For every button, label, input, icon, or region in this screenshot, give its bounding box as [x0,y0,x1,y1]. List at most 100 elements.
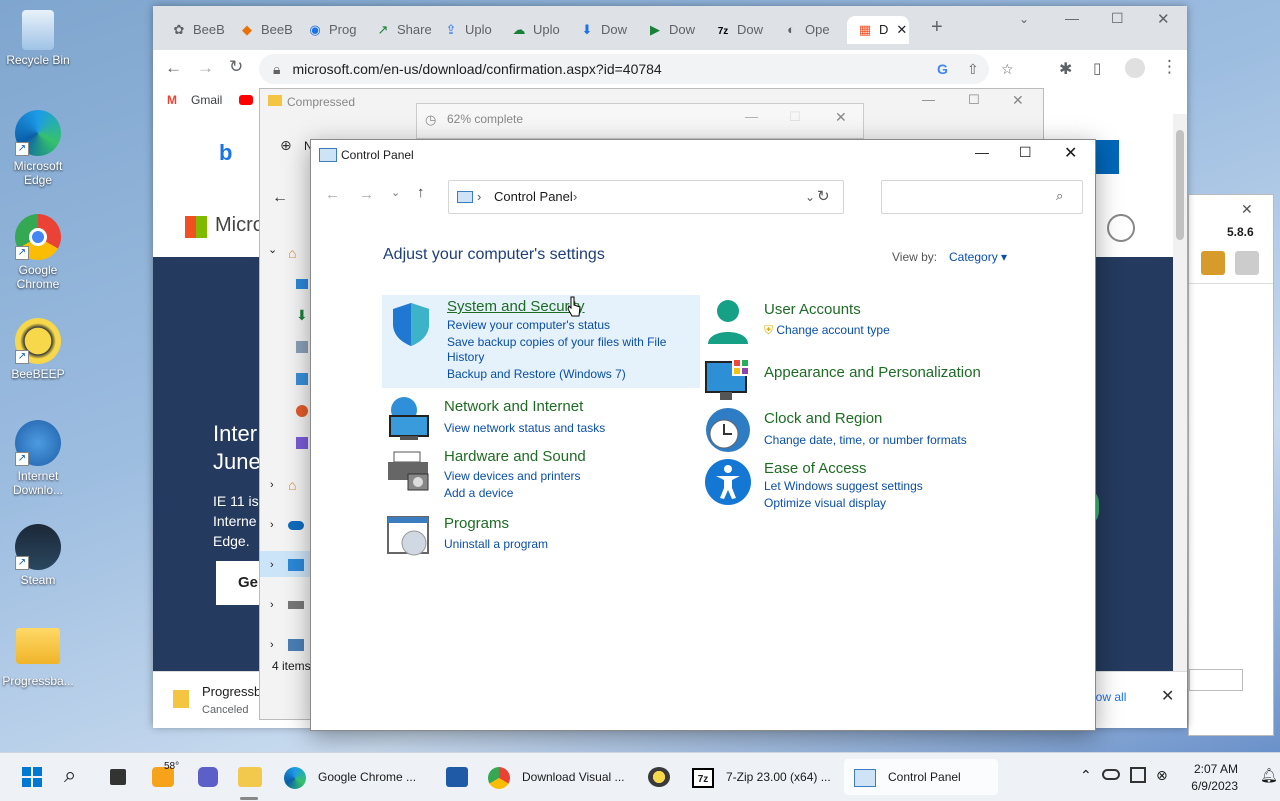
new-tab-icon[interactable]: + [931,16,943,39]
share-icon[interactable]: ⇧ [967,54,979,84]
desktop-icon-idm[interactable]: ↗ Internet Downlo... [2,420,74,497]
minimize-icon[interactable]: — [922,92,935,107]
search-icon[interactable]: ⌕ [64,762,76,788]
tab-microsoft-active[interactable]: ▦ D ✕ [847,16,909,44]
tab-upload-2[interactable]: ☁ Uplo [501,16,567,44]
chevron-right-icon[interactable]: › [270,599,274,611]
bookmark-gmail[interactable]: Gmail [191,93,222,107]
clock-date[interactable]: 6/9/2023 [1184,779,1238,793]
category-title[interactable]: Network and Internet [444,398,583,415]
chevron-right-icon[interactable]: › [270,479,274,491]
music-folder-icon[interactable] [296,405,308,417]
chevron-right-icon[interactable]: › [270,519,274,531]
category-title[interactable]: System and Security [447,298,585,315]
profile-icon[interactable] [1125,58,1145,78]
downloads-folder-icon[interactable]: ⬇ [296,307,308,324]
close-icon[interactable]: ✕ [1157,10,1170,28]
package-icon[interactable] [1201,251,1225,275]
category-title[interactable]: Clock and Region [764,410,882,427]
chevron-right-icon[interactable]: › [270,559,274,571]
address-bar[interactable]: › Control Panel › ⌄ ↻ [448,180,844,214]
link-backup-restore[interactable]: Backup and Restore (Windows 7) [447,367,626,381]
clock-time[interactable]: 2:07 AM [1190,762,1238,776]
new-icon[interactable]: ⊕ [280,137,292,154]
account-icon[interactable] [1107,214,1135,242]
category-title[interactable]: Programs [444,515,509,532]
side-panel-icon[interactable]: ▯ [1093,59,1101,77]
view-by-dropdown[interactable]: Category ▾ [949,250,1007,264]
link-date-time-formats[interactable]: Change date, time, or number formats [764,433,967,447]
close-icon[interactable]: ✕ [1241,201,1253,218]
taskbar-item-control-panel[interactable]: Control Panel [844,759,998,795]
chevron-right-icon[interactable]: › [270,639,274,651]
forward-icon[interactable]: → [359,186,374,203]
network-disconnected-icon[interactable]: ⊗ [1156,767,1168,784]
close-icon[interactable]: ✕ [835,109,847,126]
minimize-icon[interactable]: — [1065,10,1079,26]
link-change-account-type[interactable]: ⛨ Change account type [764,323,890,338]
store-icon[interactable] [446,767,468,787]
taskbar-item-7zip[interactable]: 7z 7-Zip 23.00 (x64) ... [692,759,831,795]
close-icon[interactable]: ✕ [1064,143,1077,163]
back-icon[interactable]: ← [165,58,182,78]
bing-icon[interactable]: b [219,140,232,166]
tab-beebeep-2[interactable]: ◆ BeeB [229,16,295,44]
back-icon[interactable]: ← [325,186,340,203]
refresh-icon[interactable]: ↻ [817,181,830,213]
tab-download-3[interactable]: 7z Dow [705,16,771,44]
tab-progress[interactable]: ◉ Prog [297,16,363,44]
chevron-up-icon[interactable]: ⌃ [1080,767,1092,784]
category-title[interactable]: Hardware and Sound [444,448,586,465]
reload-icon[interactable]: ↻ [229,57,243,77]
breadcrumb-control-panel[interactable]: Control Panel [494,181,573,213]
desktop-icon-beebeep[interactable]: ↗ BeeBEEP [2,318,74,381]
notification-icon[interactable]: 🔔︎ [1260,767,1278,784]
desktop-icon-progressbar[interactable]: Progressba... [2,628,74,688]
page-scrollbar[interactable] [1173,114,1187,671]
home-icon[interactable]: ⌂ [288,477,296,493]
maximize-icon[interactable]: ☐ [1111,10,1124,27]
network-icon[interactable] [288,639,304,651]
tab-open[interactable]: ◐ Ope [773,16,839,44]
link-add-device[interactable]: Add a device [444,486,513,500]
minimize-icon[interactable]: — [745,109,758,124]
taskbar-item-download-visual[interactable]: Download Visual ... [488,759,625,795]
onedrive-icon[interactable] [1102,769,1120,780]
desktop-icon-recycle-bin[interactable]: Recycle Bin [2,10,74,67]
youtube-icon[interactable] [239,95,253,105]
bookmark-star-icon[interactable]: ☆ [1001,54,1014,84]
back-icon[interactable]: ← [272,189,288,207]
pictures-folder-icon[interactable] [296,373,308,385]
link-devices-printers[interactable]: View devices and printers [444,469,581,483]
start-button[interactable] [22,767,42,787]
drive-icon[interactable] [288,601,304,609]
home-icon[interactable]: ⌂ [288,245,296,261]
recent-locations-icon[interactable]: ⌄ [391,186,400,199]
teams-chat-icon[interactable] [198,767,218,787]
display-icon[interactable] [1130,767,1146,783]
extensions-icon[interactable]: ✱ [1059,59,1072,79]
close-shelf-icon[interactable]: ✕ [1161,686,1174,706]
tab-share[interactable]: ↗ Share [365,16,431,44]
onedrive-icon[interactable] [288,521,304,530]
google-icon[interactable]: G [937,54,948,84]
maximize-icon[interactable]: ☐ [1019,144,1032,161]
close-tab-icon[interactable]: ✕ [896,22,907,37]
file-explorer-icon[interactable] [238,767,262,787]
tab-beebeep-1[interactable]: ✿ BeeB [161,16,227,44]
chevron-down-icon[interactable]: ⌄ [268,243,277,256]
tab-download-2[interactable]: ▶ Dow [637,16,703,44]
right-app-input[interactable] [1189,669,1243,691]
search-input[interactable]: ⌕ [881,180,1083,214]
bee-icon[interactable] [648,767,670,787]
category-title[interactable]: User Accounts [764,301,861,318]
category-title[interactable]: Ease of Access [764,460,867,477]
tab-download-1[interactable]: ⬇ Dow [569,16,635,44]
menu-icon[interactable]: ⋮ [1161,57,1178,77]
desktop-folder-icon[interactable] [296,279,308,289]
trash-icon[interactable] [1235,251,1259,275]
desktop-icon-steam[interactable]: ↗ Steam [2,524,74,587]
link-uninstall-program[interactable]: Uninstall a program [444,537,548,551]
address-bar[interactable]: 🔒︎ microsoft.com/en-us/download/confirmat… [259,54,1014,84]
desktop-icon-edge[interactable]: ↗ Microsoft Edge [2,110,74,187]
